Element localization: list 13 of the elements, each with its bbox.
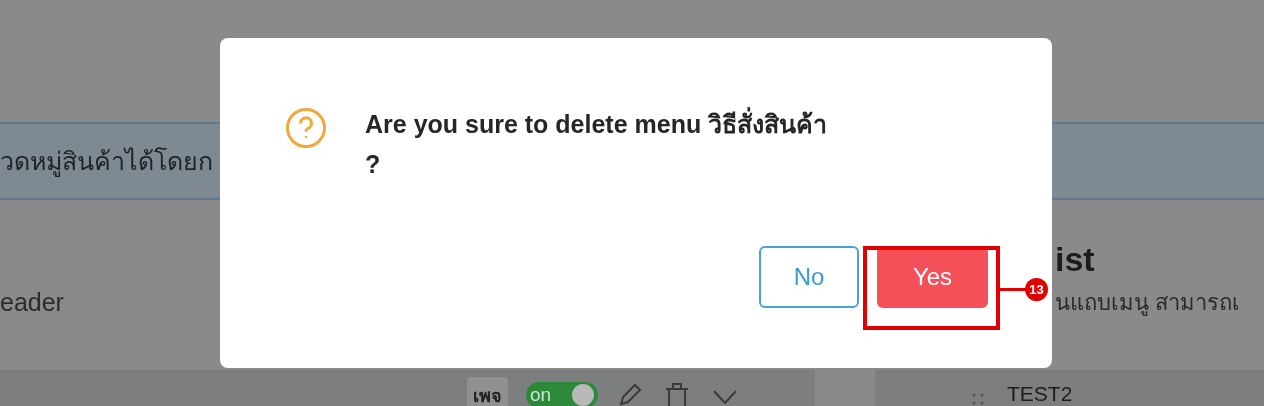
toggle-switch[interactable]: on — [526, 382, 598, 406]
cancel-button[interactable]: No — [759, 246, 859, 308]
column-label: eader — [0, 288, 64, 317]
page-tag: เพจ — [467, 376, 508, 406]
list-item[interactable]: TEST2 — [1007, 382, 1073, 406]
list-subtitle: นแถบเมนู สามารถเ — [1055, 289, 1242, 318]
list-title: ist — [1055, 240, 1096, 279]
banner-text: วดหมู่สินค้าได้โดยก — [0, 146, 213, 179]
dialog-message: Are you sure to delete menu วิธีสั่งสินค้า — [365, 104, 828, 144]
drag-handle-icon[interactable] — [971, 392, 985, 406]
question-icon — [285, 107, 327, 149]
leader-line — [1000, 288, 1026, 291]
dialog-message: ? — [365, 149, 382, 180]
